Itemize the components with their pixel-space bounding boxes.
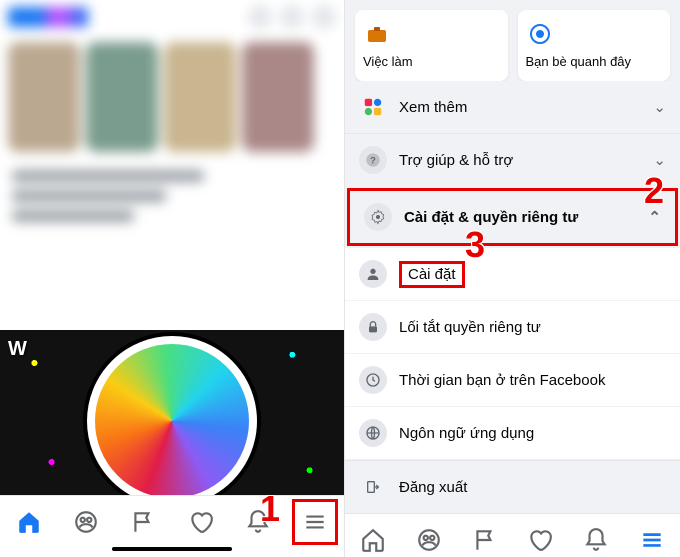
menu-help-label: Trợ giúp & hỗ trợ [399, 152, 513, 169]
flag-icon [130, 509, 156, 535]
help-icon: ? [359, 146, 387, 174]
tab-groups-right[interactable] [409, 520, 449, 557]
gear-icon [364, 203, 392, 231]
submenu-app-language-label: Ngôn ngữ ứng dụng [399, 425, 534, 442]
annotation-step-1: 1 [260, 488, 280, 530]
avatar-settings-icon [359, 260, 387, 288]
menu-settings-privacy[interactable]: Cài đặt & quyền riêng tư ⌃ [347, 188, 678, 246]
nearby-icon [526, 20, 554, 48]
home-icon [360, 527, 386, 553]
tab-like-right[interactable] [520, 520, 560, 557]
apps-icon [359, 93, 387, 121]
globe-icon [359, 419, 387, 447]
blurred-feed [0, 0, 344, 330]
card-nearby-friends[interactable]: Bạn bè quanh đây [518, 10, 671, 81]
menu-help[interactable]: ? Trợ giúp & hỗ trợ ⌄ [345, 133, 680, 186]
bell-icon [583, 527, 609, 553]
card-jobs[interactable]: Việc làm [355, 10, 508, 81]
submenu-app-language[interactable]: Ngôn ngữ ứng dụng [345, 407, 680, 460]
hamburger-icon [639, 527, 665, 553]
logout-icon [359, 473, 387, 501]
briefcase-icon [363, 20, 391, 48]
menu-logout-label: Đăng xuất [399, 479, 467, 496]
tab-flag[interactable] [123, 502, 163, 542]
submenu-privacy-shortcuts-label: Lối tắt quyền riêng tư [399, 319, 541, 336]
groups-icon [73, 509, 99, 535]
menu-see-more-label: Xem thêm [399, 99, 467, 116]
flag-icon [472, 527, 498, 553]
tab-groups[interactable] [66, 502, 106, 542]
menu-logout[interactable]: Đăng xuất [345, 460, 680, 513]
home-icon [16, 509, 42, 535]
submenu-your-time[interactable]: Thời gian bạn ở trên Facebook [345, 354, 680, 407]
bottom-tab-bar-left [0, 495, 344, 547]
card-jobs-label: Việc làm [363, 54, 500, 69]
submenu-privacy-shortcuts[interactable]: Lối tắt quyền riêng tư [345, 301, 680, 354]
tab-notifications-right[interactable] [576, 520, 616, 557]
chevron-down-icon: ⌄ [653, 151, 666, 169]
bottom-tab-bar-right [345, 513, 680, 557]
lock-icon [359, 313, 387, 341]
left-screenshot: W 1 [0, 0, 345, 557]
chevron-down-icon: ⌄ [653, 98, 666, 116]
right-screenshot: Việc làm Bạn bè quanh đây Xem thêm ⌄ ? T… [345, 0, 680, 557]
groups-icon [416, 527, 442, 553]
submenu-your-time-label: Thời gian bạn ở trên Facebook [399, 372, 605, 389]
menu-settings-privacy-label: Cài đặt & quyền riêng tư [404, 209, 578, 226]
hamburger-icon [302, 509, 328, 535]
tab-like[interactable] [181, 502, 221, 542]
svg-text:?: ? [370, 155, 376, 165]
heart-icon [527, 527, 553, 553]
feed-post-image: W [0, 330, 344, 495]
tab-menu[interactable] [295, 502, 335, 542]
tab-menu-right[interactable] [632, 520, 672, 557]
watermark-logo: W [8, 338, 27, 361]
annotation-step-2: 2 [644, 170, 664, 212]
clock-icon [359, 366, 387, 394]
shortcut-cards: Việc làm Bạn bè quanh đây [345, 0, 680, 81]
heart-icon [188, 509, 214, 535]
menu-see-more[interactable]: Xem thêm ⌄ [345, 81, 680, 133]
submenu-settings-label: Cài đặt [399, 261, 465, 288]
tab-home-right[interactable] [353, 520, 393, 557]
card-nearby-label: Bạn bè quanh đây [526, 54, 663, 69]
iphone-home-indicator [0, 547, 344, 557]
menu-list: Xem thêm ⌄ ? Trợ giúp & hỗ trợ ⌄ Cài đặt… [345, 81, 680, 513]
submenu-settings[interactable]: Cài đặt [345, 248, 680, 301]
facebook-logo [8, 7, 88, 27]
annotation-step-3: 3 [465, 224, 485, 266]
tab-home[interactable] [9, 502, 49, 542]
tab-flag-right[interactable] [465, 520, 505, 557]
